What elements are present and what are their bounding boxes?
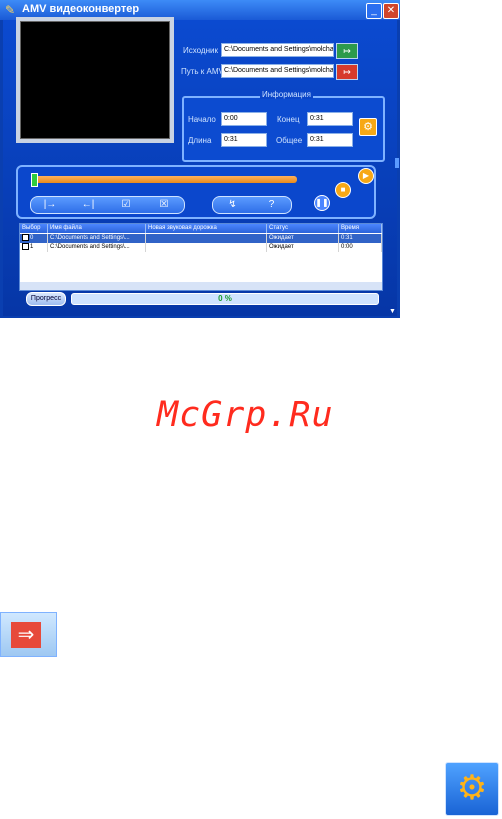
- seek-handle[interactable]: [31, 173, 38, 187]
- row-time: 0:00: [339, 243, 382, 252]
- table-header: Выбор Имя файла Новая звуковая дорожка С…: [20, 224, 382, 233]
- minimize-button[interactable]: _: [366, 3, 382, 19]
- output-path-field[interactable]: C:\Documents and Settings\molchan: [221, 64, 334, 78]
- app-icon: ✎: [4, 3, 16, 17]
- pause-icon: ❚❚: [315, 198, 329, 207]
- progress-button[interactable]: Прогресс: [26, 292, 66, 306]
- total-field[interactable]: 0:31: [307, 133, 353, 147]
- info-title: Информация: [260, 90, 313, 99]
- tool-button-group: ↯ ?: [212, 196, 292, 214]
- end-field[interactable]: 0:31: [307, 112, 353, 126]
- row-time: 0:31: [339, 234, 382, 243]
- col-select[interactable]: Выбор: [20, 224, 48, 233]
- row-track: [146, 243, 267, 252]
- open-file-icon: ↦: [343, 46, 351, 56]
- table-row[interactable]: 0 C:\Documents and Settings\... Ожидает …: [20, 234, 382, 243]
- play-button[interactable]: ▶: [358, 168, 374, 184]
- pause-button[interactable]: ❚❚: [314, 195, 330, 211]
- row-filename: C:\Documents and Settings\...: [48, 243, 146, 252]
- side-arrow-icon[interactable]: [395, 158, 399, 168]
- open-file-icon: ⇒: [11, 622, 41, 648]
- gear-icon: ⚙: [363, 121, 373, 133]
- row-checkbox[interactable]: [22, 243, 29, 250]
- start-field[interactable]: 0:00: [221, 112, 267, 126]
- start-label: Начало: [188, 115, 216, 124]
- scroll-down-icon[interactable]: ▼: [389, 308, 396, 315]
- convert-button[interactable]: ↯: [213, 197, 252, 213]
- settings-button[interactable]: ⚙: [359, 118, 377, 136]
- row-index: 0: [30, 235, 34, 242]
- row-select[interactable]: 0: [20, 234, 48, 243]
- output-label: Путь к AMV: [181, 67, 224, 76]
- help-button[interactable]: ?: [252, 197, 291, 213]
- app-window: ✎ AMV видеоконвертер _ ✕ Исходник C:\Doc…: [0, 0, 400, 318]
- row-index: 1: [30, 244, 34, 251]
- length-label: Длина: [188, 136, 212, 145]
- edit-button-group: |→ ←| ☑ ☒: [30, 196, 185, 214]
- minimize-icon: _: [371, 5, 377, 16]
- deselect-all-button[interactable]: ☒: [145, 197, 183, 213]
- progress-value: 0 %: [218, 294, 232, 303]
- set-end-button[interactable]: ←|: [69, 197, 107, 213]
- row-status: Ожидает: [267, 234, 339, 243]
- set-start-button[interactable]: |→: [31, 197, 69, 213]
- source-path-field[interactable]: C:\Documents and Settings\molchan: [221, 43, 334, 57]
- settings-icon-large: ⚙: [445, 762, 499, 816]
- col-track[interactable]: Новая звуковая дорожка: [146, 224, 267, 233]
- window-title: AMV видеоконвертер: [22, 3, 140, 15]
- video-preview: [16, 17, 174, 143]
- source-open-icon-large: ⇒: [0, 612, 57, 657]
- gear-icon: ⚙: [456, 769, 488, 807]
- progress-bar: 0 %: [71, 293, 379, 305]
- info-panel: [182, 96, 385, 162]
- stop-button[interactable]: ■: [335, 182, 351, 198]
- source-open-button[interactable]: ↦: [336, 43, 358, 59]
- output-open-button[interactable]: ↦: [336, 64, 358, 80]
- close-button[interactable]: ✕: [383, 3, 399, 19]
- save-file-icon: ↦: [343, 67, 351, 77]
- col-filename[interactable]: Имя файла: [48, 224, 146, 233]
- stop-icon: ■: [340, 185, 346, 194]
- row-select[interactable]: 1: [20, 243, 48, 252]
- source-label: Исходник: [183, 46, 218, 55]
- row-filename: C:\Documents and Settings\...: [48, 234, 146, 243]
- row-status: Ожидает: [267, 243, 339, 252]
- end-label: Конец: [277, 115, 300, 124]
- seek-bar[interactable]: [31, 176, 297, 183]
- select-all-button[interactable]: ☑: [107, 197, 145, 213]
- row-track: [146, 234, 267, 243]
- row-checkbox[interactable]: [22, 234, 29, 241]
- watermark: McGrp.Ru: [157, 395, 334, 435]
- table-row[interactable]: 1 C:\Documents and Settings\... Ожидает …: [20, 243, 382, 252]
- file-table: Выбор Имя файла Новая звуковая дорожка С…: [19, 223, 383, 291]
- col-time[interactable]: Время: [339, 224, 382, 233]
- table-scrollbar[interactable]: [20, 282, 382, 290]
- total-label: Общее: [276, 136, 303, 145]
- col-status[interactable]: Статус: [267, 224, 339, 233]
- close-icon: ✕: [386, 5, 396, 16]
- length-field[interactable]: 0:31: [221, 133, 267, 147]
- play-icon: ▶: [362, 171, 370, 180]
